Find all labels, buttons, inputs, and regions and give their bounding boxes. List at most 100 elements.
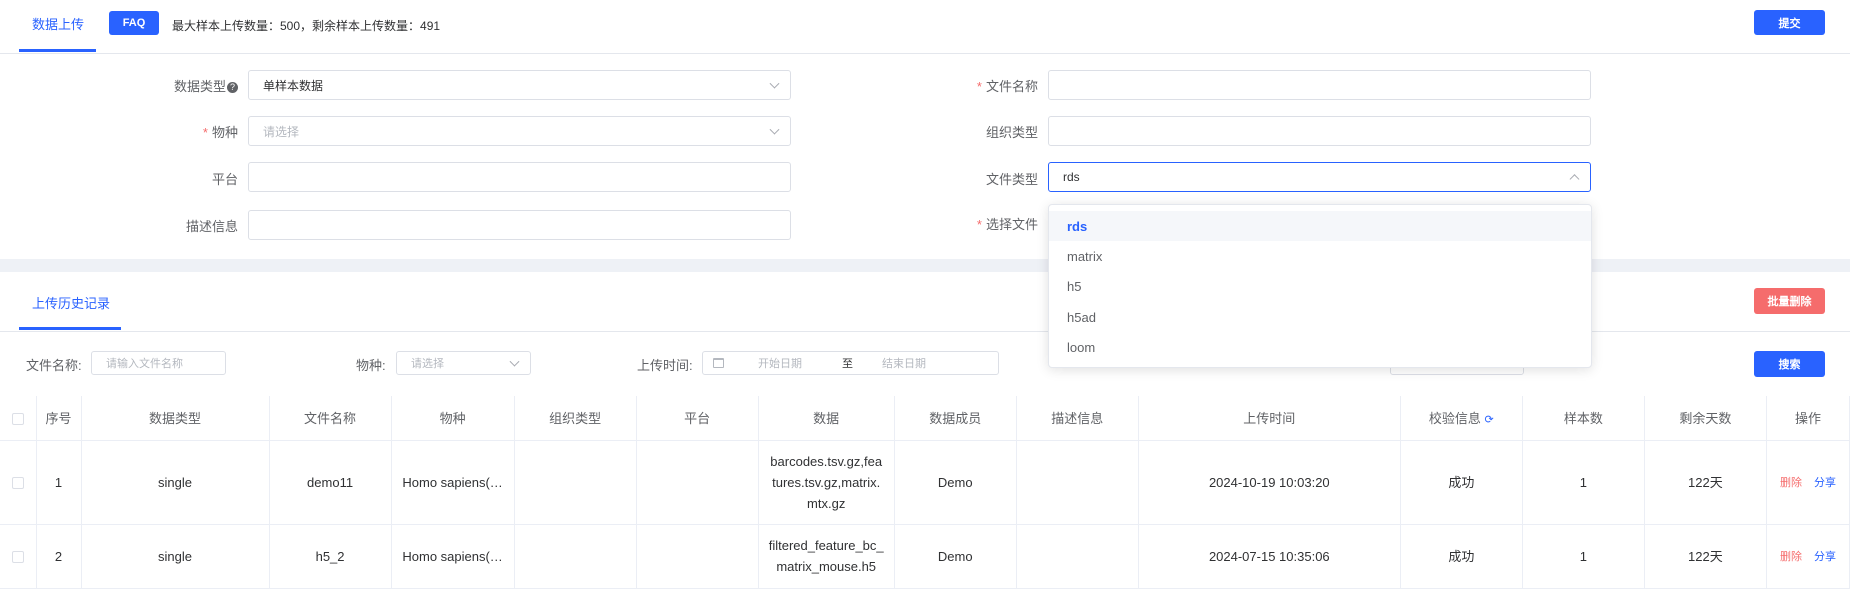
range-separator: 至: [842, 358, 853, 370]
option-h5ad[interactable]: h5ad: [1049, 302, 1591, 332]
table-row: 2 single h5_2 Homo sapiens(… filtered_fe…: [0, 524, 1850, 589]
chevron-down-icon: [509, 356, 520, 367]
top-bar: 数据上传 FAQ 最大样本上传数量：500，剩余样本上传数量：491 提交: [0, 0, 1850, 54]
cell-member: Demo: [894, 440, 1017, 525]
species-label: * 物种: [202, 125, 238, 140]
end-date[interactable]: 结束日期: [882, 355, 926, 371]
col-header: 样本数: [1522, 396, 1645, 441]
chevron-up-icon: [1569, 174, 1580, 185]
col-header: 描述信息: [1016, 396, 1139, 441]
cell-data: barcodes.tsv.gz,features.tsv.gz,matrix.m…: [758, 440, 895, 525]
col-header-check: 校验信息 ⟳: [1400, 396, 1523, 441]
col-header: 剩余天数: [1644, 396, 1767, 441]
file-type-dropdown: rds matrix h5 h5ad loom: [1048, 204, 1592, 368]
faq-button[interactable]: FAQ: [109, 11, 159, 35]
select-all-checkbox[interactable]: [0, 396, 37, 441]
cell-tissue: [514, 440, 637, 525]
description-input[interactable]: [248, 210, 791, 240]
cell-platform: [636, 440, 759, 525]
col-header: 操作: [1766, 396, 1850, 441]
cell-data: filtered_feature_bc_matrix_mouse.h5: [758, 524, 895, 589]
calendar-icon: [713, 358, 724, 368]
search-button[interactable]: 搜索: [1754, 351, 1825, 377]
history-table: 序号 数据类型 文件名称 物种 组织类型 平台 数据 数据成员 描述信息 上传时…: [0, 396, 1850, 589]
quota-text: 最大样本上传数量：500，剩余样本上传数量：491: [172, 19, 441, 33]
species-filter-select[interactable]: 请选择: [396, 351, 531, 375]
file-name-label: * 文件名称: [976, 79, 1038, 94]
cell-data-type: single: [81, 440, 270, 525]
col-header: 组织类型: [514, 396, 637, 441]
chevron-down-icon: [769, 124, 780, 135]
tab-underline: [19, 327, 121, 330]
data-type-label: 数据类型?: [140, 76, 238, 95]
select-file-label: * 选择文件: [976, 217, 1038, 232]
col-header: 数据类型: [81, 396, 270, 441]
tab-underline: [19, 49, 96, 52]
submit-button[interactable]: 提交: [1754, 10, 1825, 35]
option-h5[interactable]: h5: [1049, 271, 1591, 301]
cell-samples: 1: [1522, 440, 1645, 525]
cell-file-name: h5_2: [269, 524, 392, 589]
table-row: 1 single demo11 Homo sapiens(… barcodes.…: [0, 440, 1850, 525]
col-header: 数据成员: [894, 396, 1017, 441]
help-icon: ?: [227, 82, 238, 93]
cell-tissue: [514, 524, 637, 589]
cell-actions: 删除 分享: [1766, 524, 1850, 589]
col-header: 物种: [391, 396, 515, 441]
cell-member: Demo: [894, 524, 1017, 589]
delete-link[interactable]: 删除: [1780, 477, 1802, 489]
col-header: 数据: [758, 396, 895, 441]
col-header: 平台: [636, 396, 759, 441]
cell-data-type: single: [81, 524, 270, 589]
data-type-select[interactable]: 单样本数据: [248, 70, 791, 100]
cell-species: Homo sapiens(…: [391, 440, 515, 525]
description-label: 描述信息: [185, 219, 238, 234]
refresh-icon[interactable]: ⟳: [1485, 414, 1494, 426]
platform-input[interactable]: [248, 162, 791, 192]
row-checkbox[interactable]: [0, 440, 37, 525]
option-loom[interactable]: loom: [1049, 332, 1591, 362]
delete-link[interactable]: 删除: [1780, 551, 1802, 563]
share-link[interactable]: 分享: [1814, 551, 1836, 563]
cell-description: [1016, 440, 1139, 525]
file-name-filter-input[interactable]: 请输入文件名称: [91, 351, 226, 375]
start-date[interactable]: 开始日期: [758, 355, 842, 371]
cell-upload-time: 2024-07-15 10:35:06: [1138, 524, 1401, 589]
cell-file-name: demo11: [269, 440, 392, 525]
chevron-down-icon: [769, 78, 780, 89]
date-range-picker[interactable]: 开始日期 至 结束日期: [702, 351, 999, 375]
col-header: 文件名称: [269, 396, 392, 441]
platform-label: 平台: [211, 172, 238, 187]
cell-platform: [636, 524, 759, 589]
cell-samples: 1: [1522, 524, 1645, 589]
tissue-type-label: 组织类型: [985, 125, 1038, 140]
cell-index: 1: [36, 440, 82, 525]
cell-days: 122天: [1644, 524, 1767, 589]
cell-index: 2: [36, 524, 82, 589]
upload-time-label: 上传时间:: [637, 358, 693, 373]
cell-species: Homo sapiens(…: [391, 524, 515, 589]
tissue-type-input[interactable]: [1048, 116, 1591, 146]
col-header: 序号: [36, 396, 82, 441]
cell-description: [1016, 524, 1139, 589]
option-rds[interactable]: rds: [1049, 211, 1591, 241]
file-name-filter-label: 文件名称:: [26, 358, 82, 373]
species-select[interactable]: 请选择: [248, 116, 791, 146]
cell-upload-time: 2024-10-19 10:03:20: [1138, 440, 1401, 525]
col-header: 上传时间: [1138, 396, 1401, 441]
cell-check: 成功: [1400, 440, 1523, 525]
cell-actions: 删除 分享: [1766, 440, 1850, 525]
species-filter-label: 物种:: [356, 358, 386, 373]
file-type-label: 文件类型: [985, 172, 1038, 187]
tab-upload-history[interactable]: 上传历史记录: [32, 293, 110, 312]
share-link[interactable]: 分享: [1814, 477, 1836, 489]
cell-days: 122天: [1644, 440, 1767, 525]
table-header: 序号 数据类型 文件名称 物种 组织类型 平台 数据 数据成员 描述信息 上传时…: [0, 396, 1850, 441]
tab-data-upload[interactable]: 数据上传: [32, 14, 84, 33]
cell-check: 成功: [1400, 524, 1523, 589]
batch-delete-button[interactable]: 批量删除: [1754, 288, 1825, 314]
row-checkbox[interactable]: [0, 524, 37, 589]
option-matrix[interactable]: matrix: [1049, 241, 1591, 271]
file-name-input[interactable]: [1048, 70, 1591, 100]
file-type-select[interactable]: rds: [1048, 162, 1591, 192]
